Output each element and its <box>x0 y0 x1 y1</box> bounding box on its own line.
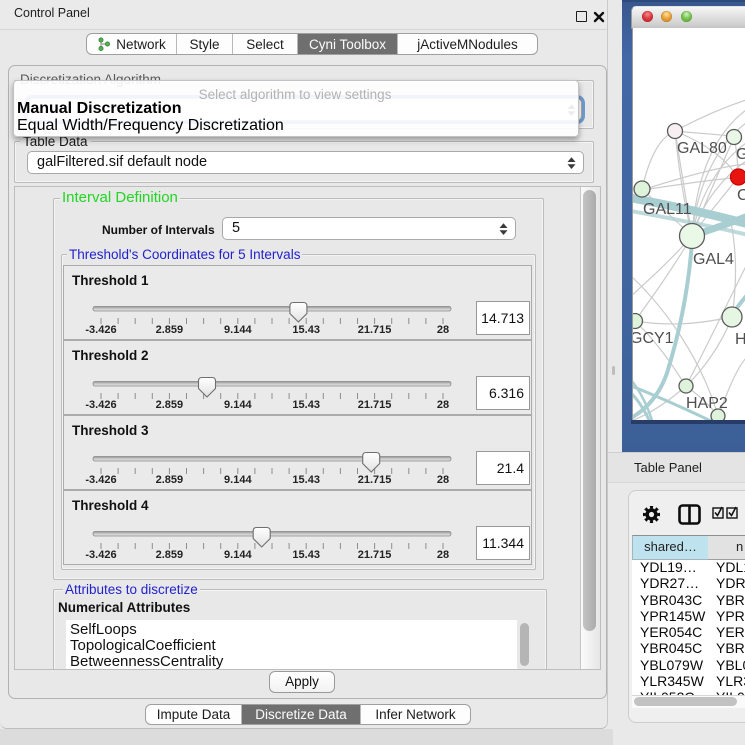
svg-text:28: 28 <box>437 399 449 411</box>
svg-text:C: C <box>737 187 745 204</box>
svg-text:28: 28 <box>437 549 449 561</box>
svg-text:15.43: 15.43 <box>292 474 320 486</box>
svg-text:-3.426: -3.426 <box>85 474 116 486</box>
svg-text:9.144: 9.144 <box>224 399 252 411</box>
svg-text:H: H <box>735 331 745 348</box>
svg-text:9.144: 9.144 <box>224 324 252 336</box>
svg-text:GA: GA <box>736 146 745 163</box>
svg-text:GAL11: GAL11 <box>643 201 692 218</box>
svg-text:15.43: 15.43 <box>292 324 320 336</box>
svg-text:2.859: 2.859 <box>156 324 184 336</box>
svg-text:9.144: 9.144 <box>224 474 252 486</box>
svg-text:21.715: 21.715 <box>358 399 392 411</box>
svg-text:21.715: 21.715 <box>358 474 392 486</box>
svg-text:GCY1: GCY1 <box>632 330 674 347</box>
svg-text:GAL80: GAL80 <box>677 140 727 157</box>
svg-text:15.43: 15.43 <box>292 549 320 561</box>
svg-text:9.144: 9.144 <box>224 549 252 561</box>
svg-text:28: 28 <box>437 474 449 486</box>
svg-text:21.715: 21.715 <box>358 324 392 336</box>
svg-text:2.859: 2.859 <box>156 549 184 561</box>
svg-text:-3.426: -3.426 <box>85 324 116 336</box>
svg-text:28: 28 <box>437 324 449 336</box>
svg-text:HAP2: HAP2 <box>686 395 728 412</box>
svg-text:GAL4: GAL4 <box>693 251 734 268</box>
svg-text:2.859: 2.859 <box>156 474 184 486</box>
svg-text:15.43: 15.43 <box>292 399 320 411</box>
svg-text:21.715: 21.715 <box>358 549 392 561</box>
svg-text:-3.426: -3.426 <box>85 549 116 561</box>
svg-text:-3.426: -3.426 <box>85 399 116 411</box>
svg-text:2.859: 2.859 <box>156 399 184 411</box>
